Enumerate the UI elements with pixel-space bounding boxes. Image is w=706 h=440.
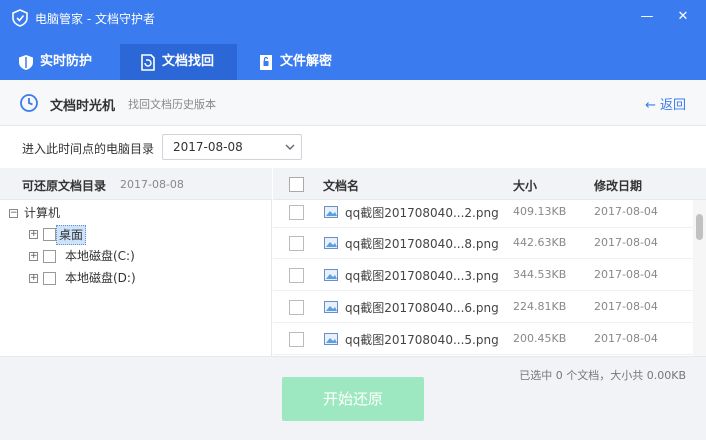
row-checkbox[interactable] <box>289 300 304 315</box>
back-button[interactable]: ← 返回 <box>645 94 686 113</box>
image-file-icon <box>324 206 338 218</box>
table-row[interactable]: qq截图201708040...8.png 442.63KB 2017-08-0… <box>273 228 693 259</box>
file-rows: qq截图201708040...2.png 409.13KB 2017-08-0… <box>273 200 693 356</box>
selection-summary: 已选中 0 个文档，大小共 0.00KB <box>519 369 686 382</box>
date-row: 进入此时间点的电脑目录 2017-08-08 <box>0 126 706 168</box>
file-date: 2017-08-04 <box>594 300 658 313</box>
footer-bar: 已选中 0 个文档，大小共 0.00KB 开始还原 <box>0 356 706 440</box>
expand-icon[interactable]: + <box>29 252 38 261</box>
clock-icon <box>20 94 38 112</box>
directory-header: 可还原文档目录 2017-08-08 <box>0 168 272 200</box>
file-name: qq截图201708040...8.png <box>345 237 499 251</box>
file-size: 442.63KB <box>513 236 567 249</box>
tree-checkbox[interactable] <box>43 250 56 263</box>
tree-label-desktop: 桌面 <box>56 225 87 245</box>
tree-checkbox[interactable] <box>43 272 56 285</box>
tab-file-decrypt[interactable]: 文件解密 <box>258 44 358 80</box>
file-date: 2017-08-04 <box>594 268 658 281</box>
image-file-icon <box>324 269 338 281</box>
main-tabs: 实时防护 文档找回 文件解密 <box>0 36 706 80</box>
tree-checkbox[interactable] <box>43 228 56 241</box>
image-file-icon <box>324 333 338 345</box>
tree-label-computer: 计算机 <box>24 206 61 220</box>
start-restore-button[interactable]: 开始还原 <box>282 377 424 421</box>
tab-document-recovery[interactable]: 文档找回 <box>120 44 237 80</box>
expand-icon[interactable]: + <box>29 274 38 283</box>
chevron-down-icon <box>285 144 295 150</box>
image-file-icon <box>324 237 338 249</box>
collapse-icon[interactable]: − <box>9 209 18 218</box>
select-all-checkbox[interactable] <box>289 177 304 192</box>
file-date: 2017-08-04 <box>594 205 658 218</box>
arrow-left-icon: ← <box>645 98 656 113</box>
back-label: 返回 <box>659 98 686 113</box>
window-title: 电脑管家 - 文档守护者 <box>35 12 155 26</box>
scrollbar-thumb[interactable] <box>696 214 703 240</box>
file-name: qq截图201708040...5.png <box>345 333 499 347</box>
file-list-panel: 文档名 大小 修改日期 qq截图201708040...2.png 409.13… <box>273 168 706 356</box>
column-header-date[interactable]: 修改日期 <box>594 177 642 194</box>
file-name: qq截图201708040...3.png <box>345 269 499 283</box>
file-list-scrollbar[interactable] <box>693 200 706 356</box>
file-name: qq截图201708040...2.png <box>345 206 499 220</box>
date-label: 进入此时间点的电脑目录 <box>22 142 155 156</box>
row-checkbox[interactable] <box>289 236 304 251</box>
table-row[interactable]: qq截图201708040...6.png 224.81KB 2017-08-0… <box>273 292 693 323</box>
row-checkbox[interactable] <box>289 332 304 347</box>
file-name: qq截图201708040...6.png <box>345 301 499 315</box>
tab-realtime-protection[interactable]: 实时防护 <box>18 44 118 80</box>
directory-date: 2017-08-08 <box>120 178 184 191</box>
file-table-header: 文档名 大小 修改日期 <box>273 168 706 200</box>
page-subtitle: 找回文档历史版本 <box>128 98 216 111</box>
tree-label-drive-d: 本地磁盘(D:) <box>65 271 136 285</box>
file-size: 224.81KB <box>513 300 567 313</box>
table-row[interactable]: qq截图201708040...5.png 200.45KB 2017-08-0… <box>273 324 693 355</box>
expand-icon[interactable]: + <box>29 230 38 239</box>
date-dropdown[interactable]: 2017-08-08 <box>162 134 302 160</box>
file-size: 344.53KB <box>513 268 567 281</box>
tree-node-computer[interactable]: − 计算机 <box>0 204 272 224</box>
page-header: 文档时光机 找回文档历史版本 ← 返回 <box>0 80 706 126</box>
shield-icon <box>19 54 33 70</box>
file-date: 2017-08-04 <box>594 236 658 249</box>
file-size: 200.45KB <box>513 332 567 345</box>
unlock-file-icon <box>260 54 272 70</box>
minimize-button[interactable]: — <box>636 6 658 28</box>
date-value: 2017-08-08 <box>173 140 243 154</box>
tab-label: 实时防护 <box>40 54 93 69</box>
column-header-size[interactable]: 大小 <box>513 177 537 194</box>
table-row[interactable]: qq截图201708040...3.png 344.53KB 2017-08-0… <box>273 260 693 291</box>
tab-label: 文档找回 <box>162 54 215 69</box>
document-restore-icon <box>141 53 155 71</box>
tree-node-desktop[interactable]: + 桌面 <box>0 225 272 245</box>
row-checkbox[interactable] <box>289 268 304 283</box>
close-button[interactable]: ✕ <box>672 6 694 28</box>
tree-node-drive-d[interactable]: + 本地磁盘(D:) <box>0 269 272 289</box>
app-logo-icon <box>12 9 28 27</box>
row-checkbox[interactable] <box>289 205 304 220</box>
image-file-icon <box>324 301 338 313</box>
tab-label: 文件解密 <box>280 54 333 69</box>
column-header-name[interactable]: 文档名 <box>323 177 359 194</box>
tree-label-drive-c: 本地磁盘(C:) <box>65 249 135 263</box>
title-bar: 电脑管家 - 文档守护者 — ✕ <box>0 0 706 36</box>
tree-node-drive-c[interactable]: + 本地磁盘(C:) <box>0 247 272 267</box>
file-date: 2017-08-04 <box>594 332 658 345</box>
page-title: 文档时光机 <box>50 99 116 114</box>
directory-title: 可还原文档目录 <box>22 179 107 193</box>
table-row[interactable]: qq截图201708040...2.png 409.13KB 2017-08-0… <box>273 200 693 228</box>
file-size: 409.13KB <box>513 205 567 218</box>
directory-panel: 可还原文档目录 2017-08-08 − 计算机 + 桌面 + 本地磁盘(C:)… <box>0 168 272 356</box>
